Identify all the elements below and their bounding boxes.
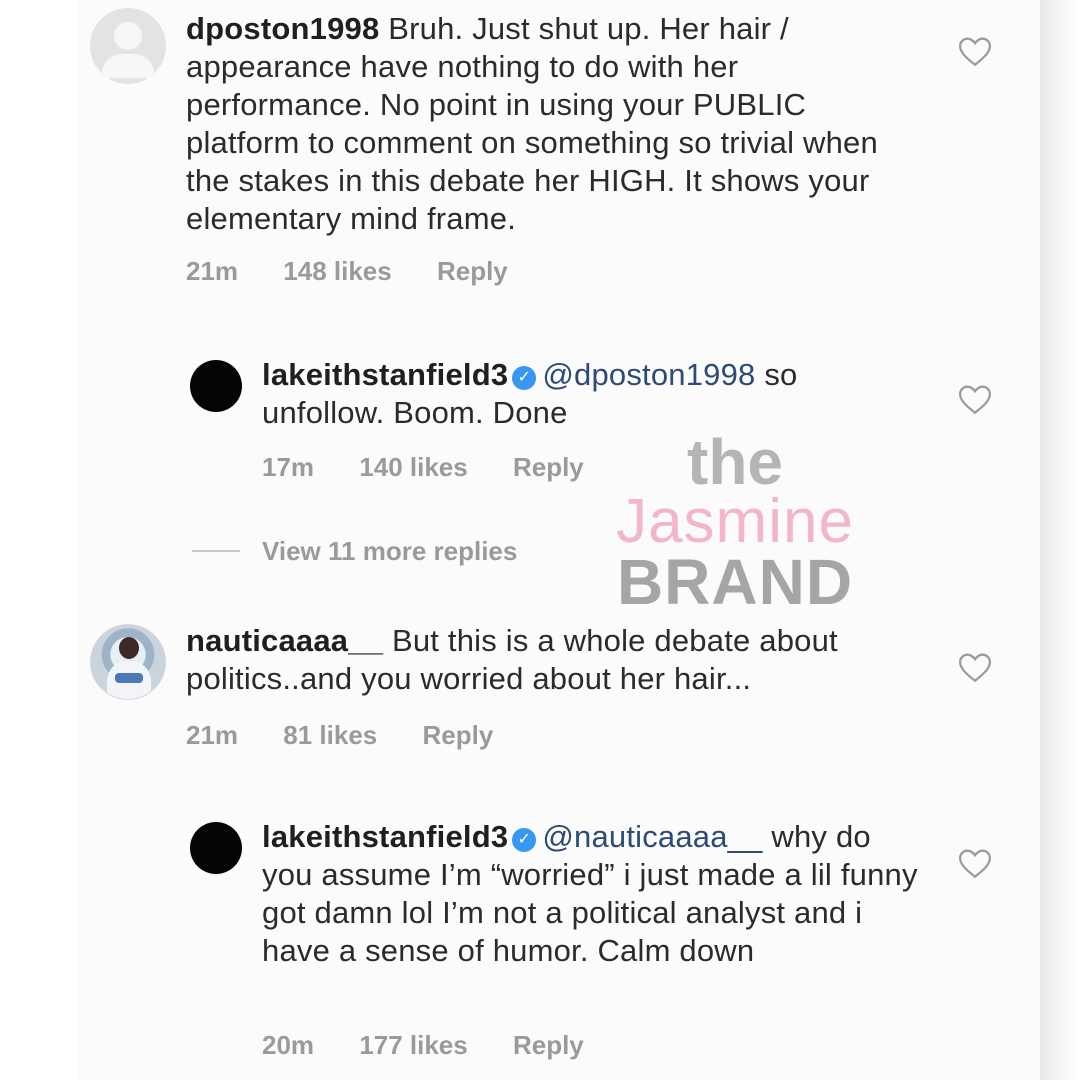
reply-button[interactable]: Reply xyxy=(423,720,494,750)
view-more-replies-button[interactable]: View 11 more replies xyxy=(192,536,517,567)
comment-meta: 21m 81 likes Reply xyxy=(186,720,531,751)
comment-username[interactable]: nauticaaaa__ xyxy=(186,623,383,658)
like-heart-icon[interactable] xyxy=(958,848,992,880)
view-more-line xyxy=(192,550,240,552)
comment-time: 17m xyxy=(262,452,315,482)
comment-meta: 17m 140 likes Reply xyxy=(262,452,622,483)
verified-badge-icon: ✓ xyxy=(512,828,537,852)
comment-meta: 20m 177 likes Reply xyxy=(262,1030,622,1061)
comment-likes[interactable]: 81 likes xyxy=(283,720,377,750)
edge-shadow xyxy=(1040,0,1080,1080)
watermark-line-1: the xyxy=(687,426,783,498)
comment-text: lakeithstanfield3 ✓ @nauticaaaa__ why do y… xyxy=(262,818,922,970)
comment-text: nauticaaaa__ But this is a whole debate … xyxy=(186,622,916,698)
comment-mention[interactable]: @dposton1998 xyxy=(542,357,755,392)
comment-time: 21m xyxy=(186,720,239,750)
reply-button[interactable]: Reply xyxy=(437,256,508,286)
comment-username[interactable]: lakeithstanfield3 xyxy=(262,819,508,854)
view-more-label: View 11 more replies xyxy=(262,536,518,566)
comment-meta: 21m 148 likes Reply xyxy=(186,256,546,287)
comment-likes[interactable]: 140 likes xyxy=(359,452,467,482)
like-heart-icon[interactable] xyxy=(958,384,992,416)
watermark-line-3: BRAND xyxy=(616,545,854,618)
comment-time: 20m xyxy=(262,1030,315,1060)
comment-text: dposton1998 Bruh. Just shut up. Her hair… xyxy=(186,10,906,238)
brand-watermark: the Jasmine BRAND xyxy=(590,426,880,618)
avatar-badge-shape xyxy=(115,673,143,683)
comment-username[interactable]: lakeithstanfield3 xyxy=(262,357,508,392)
comment-mention[interactable]: @nauticaaaa__ xyxy=(542,819,762,854)
reply-button[interactable]: Reply xyxy=(513,1030,584,1060)
comment-likes[interactable]: 177 likes xyxy=(359,1030,467,1060)
reply-button[interactable]: Reply xyxy=(513,452,584,482)
like-heart-icon[interactable] xyxy=(958,36,992,68)
comment-text: lakeithstanfield3 ✓ @dposton1998 so unfoll… xyxy=(262,356,902,432)
avatar[interactable] xyxy=(90,624,166,700)
comment-likes[interactable]: 148 likes xyxy=(283,256,391,286)
comment-username[interactable]: dposton1998 xyxy=(186,11,379,46)
watermark-line-2: Jasmine xyxy=(616,486,854,556)
avatar[interactable] xyxy=(90,8,166,84)
comment-time: 21m xyxy=(186,256,239,286)
verified-badge-icon: ✓ xyxy=(512,366,537,390)
avatar[interactable] xyxy=(190,360,242,412)
avatar-head-shape xyxy=(114,22,142,50)
avatar-face-shape xyxy=(119,637,139,659)
like-heart-icon[interactable] xyxy=(958,652,992,684)
avatar[interactable] xyxy=(190,822,242,874)
avatar-body-shape xyxy=(102,54,154,78)
